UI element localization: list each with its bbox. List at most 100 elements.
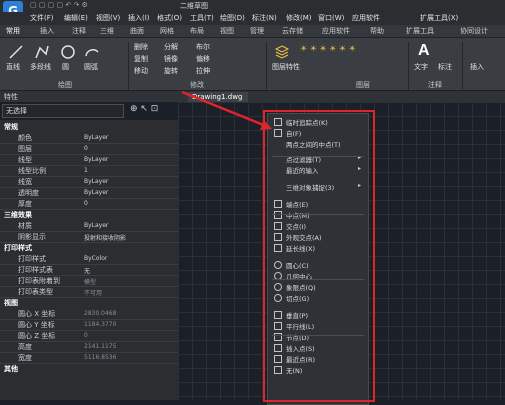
property-value[interactable]: 2830.0468	[84, 310, 116, 317]
tab-insert[interactable]: 插入	[40, 26, 54, 36]
line-tool-label[interactable]: 直线	[6, 62, 20, 72]
section-header[interactable]: 打印样式	[4, 243, 32, 253]
property-name: 线宽	[18, 178, 32, 186]
property-value[interactable]: 不可用	[84, 288, 102, 297]
property-value[interactable]: ByLayer	[84, 156, 108, 163]
tab-collab[interactable]: 协同设计	[460, 26, 488, 36]
property-name: 颜色	[18, 134, 32, 142]
line-icon[interactable]	[8, 44, 24, 60]
property-value[interactable]: 无	[84, 266, 90, 275]
menu-insert[interactable]: 插入(I)	[128, 13, 150, 23]
polyline-tool-label[interactable]: 多段线	[30, 62, 51, 72]
tab-help[interactable]: 帮助	[370, 26, 384, 36]
dim-tool-label[interactable]: 标注	[438, 62, 452, 72]
offset-tool[interactable]: 偏移	[196, 54, 210, 64]
rotate-tool[interactable]: 旋转	[164, 66, 178, 76]
text-icon[interactable]: A	[418, 42, 430, 60]
boolean-tool[interactable]: 布尔	[196, 42, 210, 52]
polyline-icon[interactable]	[34, 44, 50, 60]
tab-3d[interactable]: 三维	[100, 26, 114, 36]
property-name: 圆心 Z 坐标	[18, 332, 56, 340]
tab-manage[interactable]: 管理	[250, 26, 264, 36]
property-name: 宽度	[18, 354, 32, 362]
quick-access-toolbar[interactable]: ▢ ▢ ▢ ▢ ↶ ↷ ⚙	[30, 1, 88, 9]
mirror-tool[interactable]: 镜像	[164, 54, 178, 64]
arc-icon[interactable]	[84, 44, 100, 60]
section-header[interactable]: 视图	[4, 298, 18, 308]
tab-home[interactable]: 常用	[6, 26, 20, 36]
property-value[interactable]: ByLayer	[84, 178, 108, 185]
arc-tool-label[interactable]: 圆弧	[84, 62, 98, 72]
property-name: 材质	[18, 222, 32, 230]
property-value[interactable]: 模型	[84, 277, 96, 286]
tab-cloud[interactable]: 云存储	[282, 26, 303, 36]
circle-icon[interactable]	[60, 44, 76, 60]
quick-select-icon[interactable]: ⊕ ↖ ⊡	[130, 104, 158, 114]
section-header[interactable]: 常规	[4, 122, 18, 132]
property-name: 透明度	[18, 189, 39, 197]
row-divider	[0, 363, 178, 364]
property-value[interactable]: 投射和接收阴影	[84, 233, 126, 242]
property-value[interactable]: ByLayer	[84, 189, 108, 196]
layer-toolbar-icons[interactable]: ☀ ☀ ☀ ☀ ☀ ☀	[300, 44, 356, 53]
property-name: 打印表类型	[18, 288, 53, 296]
divider	[266, 42, 267, 90]
divider	[128, 42, 129, 90]
menu-window[interactable]: 窗口(W)	[318, 13, 344, 23]
property-value[interactable]: ByLayer	[84, 222, 108, 229]
tab-annotate[interactable]: 注释	[72, 26, 86, 36]
property-value[interactable]: 5116.8536	[84, 354, 116, 361]
property-value[interactable]: ByLayer	[84, 134, 108, 141]
property-name: 高度	[18, 343, 32, 351]
property-value[interactable]: 0	[84, 200, 88, 207]
property-name: 圆心 Y 坐标	[18, 321, 55, 329]
menu-dimension[interactable]: 标注(N)	[252, 13, 277, 23]
copy-tool[interactable]: 复制	[134, 54, 148, 64]
callout-arrow	[181, 90, 272, 130]
divider	[462, 42, 463, 90]
layer-stack-icon[interactable]	[274, 44, 290, 60]
property-value[interactable]: 0	[84, 332, 88, 339]
move-tool[interactable]: 移动	[134, 66, 148, 76]
menu-tools[interactable]: 工具(T)	[190, 13, 214, 23]
section-header[interactable]: 其他	[4, 364, 18, 374]
tab-apps[interactable]: 应用软件	[322, 26, 350, 36]
group-draw-label: 绘图	[58, 81, 72, 89]
property-name: 图层	[18, 145, 32, 153]
menu-file[interactable]: 文件(F)	[30, 13, 54, 23]
property-name: 打印样式	[18, 255, 46, 263]
tab-view[interactable]: 视图	[220, 26, 234, 36]
property-value[interactable]: 1	[84, 167, 88, 174]
menu-format[interactable]: 格式(O)	[157, 13, 182, 23]
explode-tool[interactable]: 分解	[164, 42, 178, 52]
delete-tool[interactable]: 删除	[134, 42, 148, 52]
property-name: 打印样式表	[18, 266, 53, 274]
property-value[interactable]: 1184.3770	[84, 321, 116, 328]
selection-dropdown[interactable]: 无选择	[2, 104, 124, 118]
insert-block-label[interactable]: 插入	[470, 62, 484, 72]
property-value[interactable]: ByColor	[84, 255, 107, 262]
divider	[408, 42, 409, 90]
stretch-tool[interactable]: 拉伸	[196, 66, 210, 76]
layer-properties-label[interactable]: 图层特性	[272, 62, 300, 72]
section-header[interactable]: 三维效果	[4, 210, 32, 220]
menu-edit[interactable]: 编辑(E)	[64, 13, 88, 23]
property-name: 线型	[18, 156, 32, 164]
text-tool-label[interactable]: 文字	[414, 62, 428, 72]
selection-value: 无选择	[6, 107, 27, 115]
property-value[interactable]: 0	[84, 145, 88, 152]
menu-modify[interactable]: 修改(M)	[286, 13, 312, 23]
menu-extensions[interactable]: 扩展工具(X)	[420, 13, 458, 23]
properties-title: 特性	[4, 93, 18, 101]
tab-layout[interactable]: 布局	[190, 26, 204, 36]
title-bar: G 二维草图 ▢ ▢ ▢ ▢ ↶ ↷ ⚙	[0, 0, 505, 21]
tab-surface[interactable]: 曲面	[130, 26, 144, 36]
menu-draw[interactable]: 绘图(D)	[220, 13, 245, 23]
property-value[interactable]: 2141.1175	[84, 343, 116, 350]
tab-mesh[interactable]: 网格	[160, 26, 174, 36]
circle-tool-label[interactable]: 圆	[62, 62, 69, 72]
menu-apps[interactable]: 应用软件	[352, 13, 380, 23]
tab-extensions[interactable]: 扩展工具	[406, 26, 434, 36]
title-text: 二维草图	[180, 2, 208, 10]
menu-view[interactable]: 视图(V)	[96, 13, 120, 23]
